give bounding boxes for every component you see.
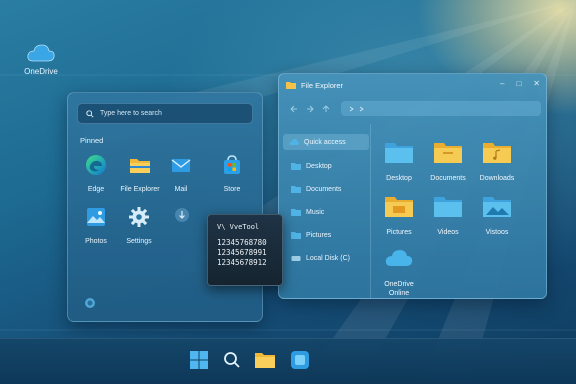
close-icon[interactable]: ✕ <box>533 79 540 88</box>
drive-icon <box>291 256 301 261</box>
app-label: File Explorer <box>120 186 160 193</box>
pinned-app-mail[interactable]: Mail <box>159 153 203 193</box>
sidebar-label: Pictures <box>306 231 332 239</box>
folder-label: Documents <box>430 175 466 182</box>
folder-icon <box>291 186 301 193</box>
pinned-app-photos[interactable]: Photos <box>74 205 118 245</box>
maximize-icon[interactable]: □ <box>516 79 521 88</box>
folder-icon <box>434 143 462 163</box>
console-line: 12345678912 <box>217 258 267 267</box>
start-menu: Type here to search Pinned Edge File Exp… <box>67 92 263 322</box>
back-arrow-icon[interactable] <box>289 104 299 114</box>
sidebar-item-desktop[interactable]: Desktop <box>285 162 332 170</box>
chevron-right-icon <box>349 106 354 112</box>
folder-icon <box>255 353 275 368</box>
windows-logo-icon <box>190 351 208 369</box>
folder-item-videos[interactable]: Videos <box>426 194 470 237</box>
console-line: 12345768780 <box>217 238 267 247</box>
folder-icon <box>291 232 301 239</box>
pinned-heading: Pinned <box>80 136 104 145</box>
folder-label: Pictures <box>386 229 412 236</box>
folder-icon <box>385 143 413 163</box>
chevron-right-icon <box>359 106 364 112</box>
sidebar-item-music[interactable]: Music <box>285 208 324 216</box>
up-arrow-icon[interactable] <box>321 104 331 114</box>
edge-icon <box>86 155 106 175</box>
file-explorer-titlebar[interactable]: File Explorer – □ ✕ <box>279 74 546 96</box>
pinned-app-store[interactable]: Store <box>210 153 254 193</box>
sidebar-label: Desktop <box>306 162 332 170</box>
taskbar-file-explorer-button[interactable] <box>252 347 278 373</box>
photos-icon <box>87 208 105 226</box>
folder-item-documents[interactable]: Documents <box>426 140 470 183</box>
sidebar-label: Documents <box>306 185 342 193</box>
taskbar <box>0 338 576 384</box>
navigation-pane: Quick access Desktop Documents Music Pic… <box>279 124 371 298</box>
folder-label: Downloads <box>479 175 515 182</box>
sidebar-item-pictures[interactable]: Pictures <box>285 231 331 239</box>
folder-icon <box>130 159 150 173</box>
folder-item-downloads[interactable]: Downloads <box>475 140 519 183</box>
pictures-folder-icon <box>483 197 511 217</box>
onedrive-label: OneDrive <box>24 67 58 76</box>
user-avatar-icon[interactable] <box>84 297 96 309</box>
music-folder-icon <box>483 143 511 163</box>
search-placeholder: Type here to search <box>100 110 162 117</box>
taskbar-search-button[interactable] <box>219 347 245 373</box>
folder-label: Desktop <box>386 175 412 182</box>
app-label: Settings <box>126 238 152 245</box>
onedrive-cloud-icon <box>385 250 413 266</box>
app-label: Store <box>223 186 241 193</box>
address-bar[interactable] <box>341 101 541 116</box>
taskbar-start-button[interactable] <box>186 347 212 373</box>
console-line: 12345678991 <box>217 248 267 257</box>
gear-icon <box>129 207 149 227</box>
window-title: File Explorer <box>301 81 344 90</box>
cloud-icon <box>289 139 299 145</box>
sidebar-label: Local Disk (C) <box>306 254 350 262</box>
folder-label: Videos <box>437 229 459 236</box>
sidebar-item-quick-access[interactable]: Quick access <box>283 134 369 150</box>
app-label: Mail <box>174 186 188 193</box>
sidebar-item-documents[interactable]: Documents <box>285 185 341 193</box>
folder-label: Vistoos <box>485 229 509 236</box>
download-circle-icon <box>175 208 189 222</box>
store-icon <box>224 155 240 174</box>
sidebar-label: Quick access <box>304 138 346 146</box>
folder-item-pictures[interactable]: Pictures <box>377 194 421 237</box>
folder-icon <box>385 197 413 217</box>
file-explorer-window: File Explorer – □ ✕ Quick access Desktop… <box>278 73 547 299</box>
pinned-app-settings[interactable]: Settings <box>117 205 161 245</box>
search-icon <box>86 109 94 118</box>
store-icon <box>291 351 309 369</box>
forward-arrow-icon[interactable] <box>305 104 315 114</box>
folder-icon <box>434 197 462 217</box>
mail-icon <box>171 159 191 172</box>
folder-item-onedrive-online[interactable]: OneDrive Online <box>377 246 421 298</box>
folder-label: OneDrive Online <box>384 281 414 297</box>
start-search-box[interactable]: Type here to search <box>77 103 253 124</box>
folder-icon <box>291 163 301 170</box>
sidebar-label: Music <box>306 208 325 216</box>
app-label: Photos <box>85 238 107 245</box>
minimize-icon[interactable]: – <box>500 79 504 88</box>
app-label: Edge <box>87 186 105 193</box>
desktop-onedrive-shortcut[interactable]: OneDrive <box>18 42 64 76</box>
onedrive-cloud-icon <box>27 44 55 62</box>
folder-icon <box>291 209 301 216</box>
sidebar-item-local-disk[interactable]: Local Disk (C) <box>285 254 350 262</box>
console-title: V\ VveTool <box>217 223 260 231</box>
taskbar-store-button[interactable] <box>287 347 313 373</box>
folder-item-desktop[interactable]: Desktop <box>377 140 421 183</box>
search-icon <box>224 352 240 368</box>
navigation-bar <box>279 98 546 120</box>
folder-item-vistoos[interactable]: Vistoos <box>475 194 519 237</box>
folder-icon <box>286 82 296 89</box>
pinned-app-downloads[interactable] <box>160 205 204 234</box>
pinned-app-edge[interactable]: Edge <box>74 153 118 193</box>
pinned-app-file-explorer[interactable]: File Explorer <box>118 153 162 193</box>
console-window[interactable]: V\ VveTool 12345768780 12345678991 12345… <box>207 214 283 286</box>
